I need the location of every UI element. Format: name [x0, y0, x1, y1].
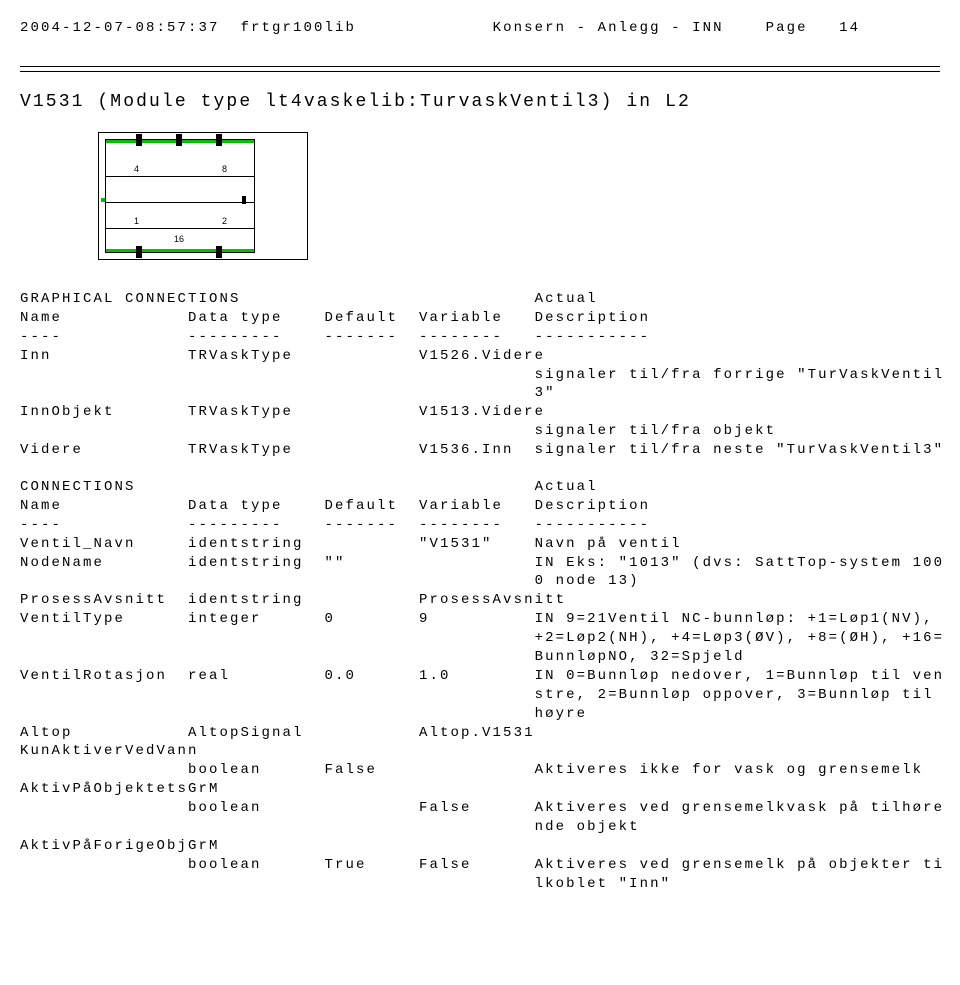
- page-word: Page: [766, 20, 808, 36]
- port-label: 16: [174, 234, 184, 244]
- port-icon: [216, 246, 222, 258]
- connections-block: CONNECTIONS Actual Name Data type Defaul…: [20, 478, 940, 894]
- page-num: 14: [839, 20, 860, 36]
- diagram-frame: 4 8 1 2 16: [98, 132, 308, 260]
- report-title: Konsern - Anlegg - INN: [493, 20, 724, 36]
- port-icon: [242, 196, 246, 204]
- divider: [20, 66, 940, 67]
- diagram-inner: 4 8 1 2 16: [105, 139, 255, 253]
- module-title: V1531 (Module type lt4vaskelib:TurvaskVe…: [20, 92, 940, 112]
- port-label: 8: [222, 164, 227, 174]
- row-line: [106, 202, 254, 203]
- module-diagram: 4 8 1 2 16: [98, 132, 940, 260]
- row-line: [106, 176, 254, 177]
- port-icon: [176, 134, 182, 146]
- graphical-connections-block: GRAPHICAL CONNECTIONS Actual Name Data t…: [20, 290, 940, 460]
- timestamp: 2004-12-07-08:57:37: [20, 20, 220, 36]
- port-label: 1: [134, 216, 139, 226]
- green-bar-bottom: [106, 249, 254, 252]
- page-header: 2004-12-07-08:57:37 frtgr100lib Konsern …: [20, 20, 940, 36]
- green-tick-icon: [101, 198, 105, 202]
- row-line: [106, 228, 254, 229]
- port-icon: [136, 134, 142, 146]
- port-label: 4: [134, 164, 139, 174]
- port-icon: [136, 246, 142, 258]
- divider: [20, 71, 940, 72]
- port-label: 2: [222, 216, 227, 226]
- port-icon: [216, 134, 222, 146]
- lib-name: frtgr100lib: [241, 20, 357, 36]
